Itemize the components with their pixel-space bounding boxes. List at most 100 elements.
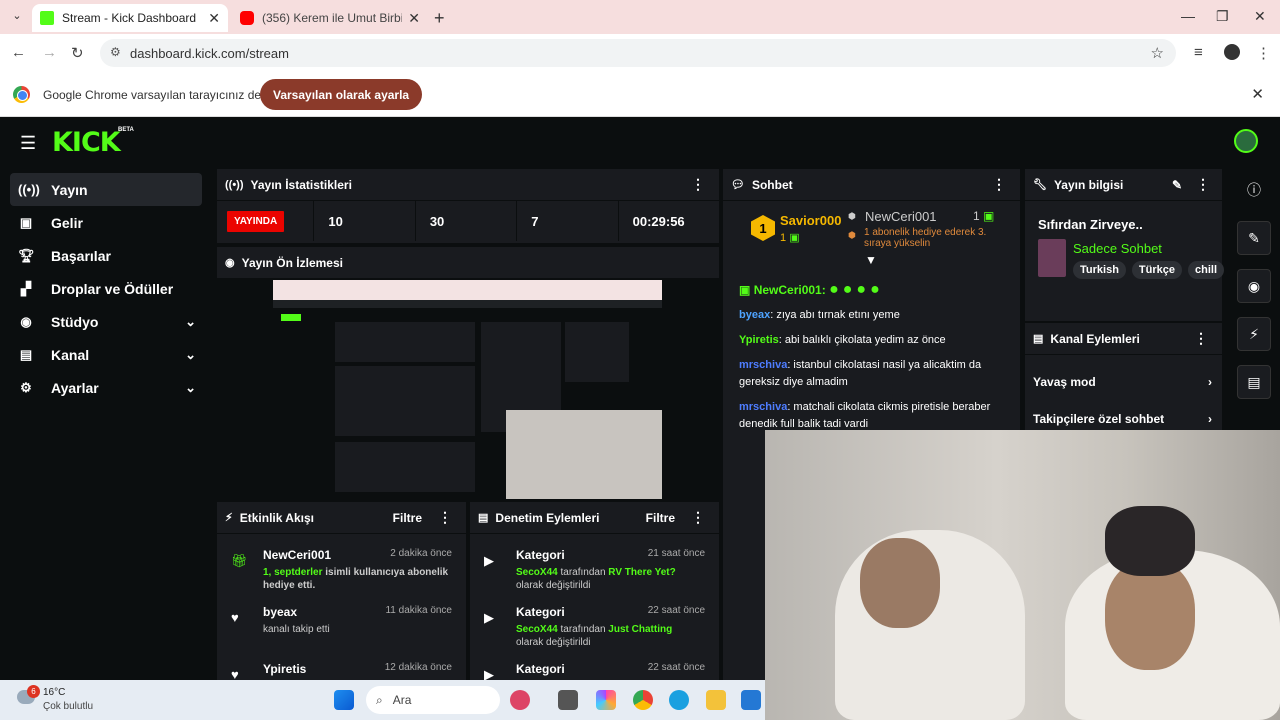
restore-icon[interactable]: ❐ (1216, 8, 1229, 25)
moderation-time: 21 saat önce (647, 548, 705, 559)
rank-up-note: 1 abonelik hediye ederek 3. sıraya yükse… (864, 227, 987, 249)
media-icon[interactable]: ≡ (1194, 44, 1203, 61)
filter-button[interactable]: Filtre (646, 511, 675, 525)
moderation-type: Kategori (516, 662, 565, 676)
tag: chill (1188, 261, 1225, 279)
tab-kick-dashboard[interactable]: Stream - Kick Dashboard ✕ (32, 4, 228, 32)
widgets-icon[interactable] (510, 690, 530, 710)
more-options-icon[interactable]: ⋮ (992, 176, 1006, 193)
rank-badge: 1 (751, 215, 775, 241)
tab-title: Stream - Kick Dashboard (62, 11, 197, 25)
default-browser-infobar: Google Chrome varsayılan tarayıcınız değ… (0, 72, 1280, 117)
chat-username[interactable]: Ypiretis (739, 334, 779, 346)
activity-desc: kanalı takip etti (263, 624, 330, 635)
taskbar-search[interactable]: ⌕ Ara (366, 686, 500, 714)
close-window-icon[interactable]: ✕ (1254, 8, 1266, 25)
studio-icon: ◉ (20, 313, 32, 329)
sidebar-item-ayarlar[interactable]: ⚙ Ayarlar ⌄ (10, 371, 202, 404)
activity-item: ♥ byeax 11 dakika önce kanalı takip etti (217, 599, 466, 656)
sidebar-item-gelir[interactable]: ▣ Gelir (10, 206, 202, 239)
store-icon[interactable] (741, 690, 761, 710)
bookmark-star-icon[interactable]: ☆ (1151, 44, 1164, 62)
more-options-icon[interactable]: ⋮ (691, 176, 705, 193)
more-options-icon[interactable]: ⋮ (1194, 330, 1208, 347)
sidebar-item-kanal[interactable]: ▤ Kanal ⌄ (10, 338, 202, 371)
more-options-icon[interactable]: ⋮ (691, 509, 705, 526)
panel-header: ⚡︎ Etkinlik Akışı Filtre ⋮ (217, 502, 466, 534)
panel-title: Sohbet (751, 177, 793, 192)
heart-icon: ♥ (231, 610, 239, 625)
windows-start-icon[interactable] (334, 690, 354, 710)
sidebar-item-studyo[interactable]: ◉ Stüdyo ⌄ (10, 305, 202, 338)
infobar-close-icon[interactable]: ✕ (1251, 85, 1264, 103)
broadcast-icon: ((•)) (225, 178, 244, 191)
preview-video[interactable] (273, 280, 662, 499)
panel-title: Yayın Ön İzlemesi (241, 255, 343, 270)
slow-mode-row[interactable]: Yavaş mod › (1025, 363, 1222, 400)
panel-header: 💬︎ Sohbet ⋮ (723, 169, 1020, 201)
tab-youtube[interactable]: (356) Kerem ile Umut Birbirine G ✕ (232, 4, 428, 32)
chat-username[interactable]: NewCeri001: (754, 283, 826, 297)
new-tab-icon[interactable]: + (434, 8, 445, 29)
category-icon: ▶ (484, 553, 494, 568)
close-tab-icon[interactable]: ✕ (208, 10, 220, 27)
site-info-icon[interactable]: ⚙ (110, 45, 121, 59)
profile-avatar[interactable] (1224, 44, 1240, 60)
menu-dots-icon[interactable]: ⋮ (1256, 44, 1271, 62)
tab-search-icon[interactable]: ⌄ (8, 9, 26, 27)
sidebar-item-basarilar[interactable]: 🏆︎ Başarılar (10, 239, 202, 272)
chat-username[interactable]: byeax (739, 309, 770, 321)
filter-button[interactable]: Filtre (393, 511, 422, 525)
activity-user: NewCeri001 (263, 548, 332, 562)
moderation-user: SecoX44 (516, 567, 558, 578)
infobar-message: Google Chrome varsayılan tarayıcınız değ… (43, 88, 274, 102)
gift-count: 1 (973, 209, 980, 223)
close-tab-icon[interactable]: ✕ (408, 10, 420, 27)
kick-logo[interactable]: KICK (52, 127, 121, 158)
chat-message: mrschiva: matchali cikolata cikmis piret… (723, 399, 1020, 433)
sidebar-item-droplar[interactable]: ▞ Droplar ve Ödüller (10, 272, 202, 305)
preview-logo (281, 314, 301, 321)
edit-pencil-icon[interactable]: ✎ (1172, 178, 1182, 192)
minimize-icon[interactable]: — (1181, 8, 1195, 24)
category-name[interactable]: Sadece Sohbet (1073, 241, 1162, 256)
moderation-text: tarafından (557, 567, 609, 578)
camera-icon[interactable]: ◉ (1237, 269, 1271, 303)
more-options-icon[interactable]: ⋮ (438, 509, 452, 526)
weather-temp: 16°C (43, 687, 66, 698)
task-view-icon[interactable] (558, 690, 578, 710)
hamburger-menu-icon[interactable]: ☰ (20, 133, 36, 154)
edit-pencil-icon[interactable]: ✎ (1237, 221, 1271, 255)
reload-icon[interactable]: ↻ (71, 44, 84, 62)
set-default-button[interactable]: Varsayılan olarak ayarla (260, 79, 423, 110)
back-icon[interactable]: ← (11, 44, 26, 61)
stream-info-panel: 🔧︎ Yayın bilgisi ✎ ⋮ Sıfırdan Zirveye.. Sad… (1025, 169, 1225, 321)
user-avatar[interactable] (1234, 129, 1258, 153)
moderation-item: ▶ Kategori 22 saat önce SecoX44 tarafında… (470, 599, 719, 656)
bronze-badge-icon: ⬢ (848, 230, 856, 240)
chat-icon: 💬︎ (731, 179, 745, 191)
copilot-icon[interactable] (596, 690, 616, 710)
sidebar-item-label: Droplar ve Ödüller (51, 280, 174, 297)
expand-icon[interactable]: ▼ (865, 253, 877, 267)
info-icon[interactable]: ⓘ (1237, 173, 1271, 207)
action-label: Takipçilere özel sohbet (1033, 411, 1165, 426)
moderation-time: 22 saat önce (647, 662, 705, 673)
edge-icon[interactable] (669, 690, 689, 710)
person-left-head (860, 538, 940, 628)
sidebar-item-label: Yayın (51, 181, 88, 198)
bolt-icon[interactable]: ⚡︎ (1237, 317, 1271, 351)
chevron-down-icon: ⌄ (185, 313, 196, 329)
tab-title: (356) Kerem ile Umut Birbirine G (262, 11, 402, 25)
more-options-icon[interactable]: ⋮ (1196, 176, 1210, 193)
sidebar-item-yayin[interactable]: ((•)) Yayın (10, 173, 202, 206)
chat-username[interactable]: mrschiva (739, 401, 787, 413)
panel-header: ((•)) Yayın İstatistikleri ⋮ (217, 169, 719, 201)
file-explorer-icon[interactable] (706, 690, 726, 710)
url-field[interactable]: ⚙ dashboard.kick.com/stream ☆ (100, 39, 1176, 67)
url-text: dashboard.kick.com/stream (130, 45, 289, 61)
chat-username[interactable]: mrschiva (739, 359, 787, 371)
chrome-taskbar-icon[interactable] (633, 690, 653, 710)
document-icon[interactable]: ▤ (1237, 365, 1271, 399)
forward-icon[interactable]: → (42, 44, 57, 61)
